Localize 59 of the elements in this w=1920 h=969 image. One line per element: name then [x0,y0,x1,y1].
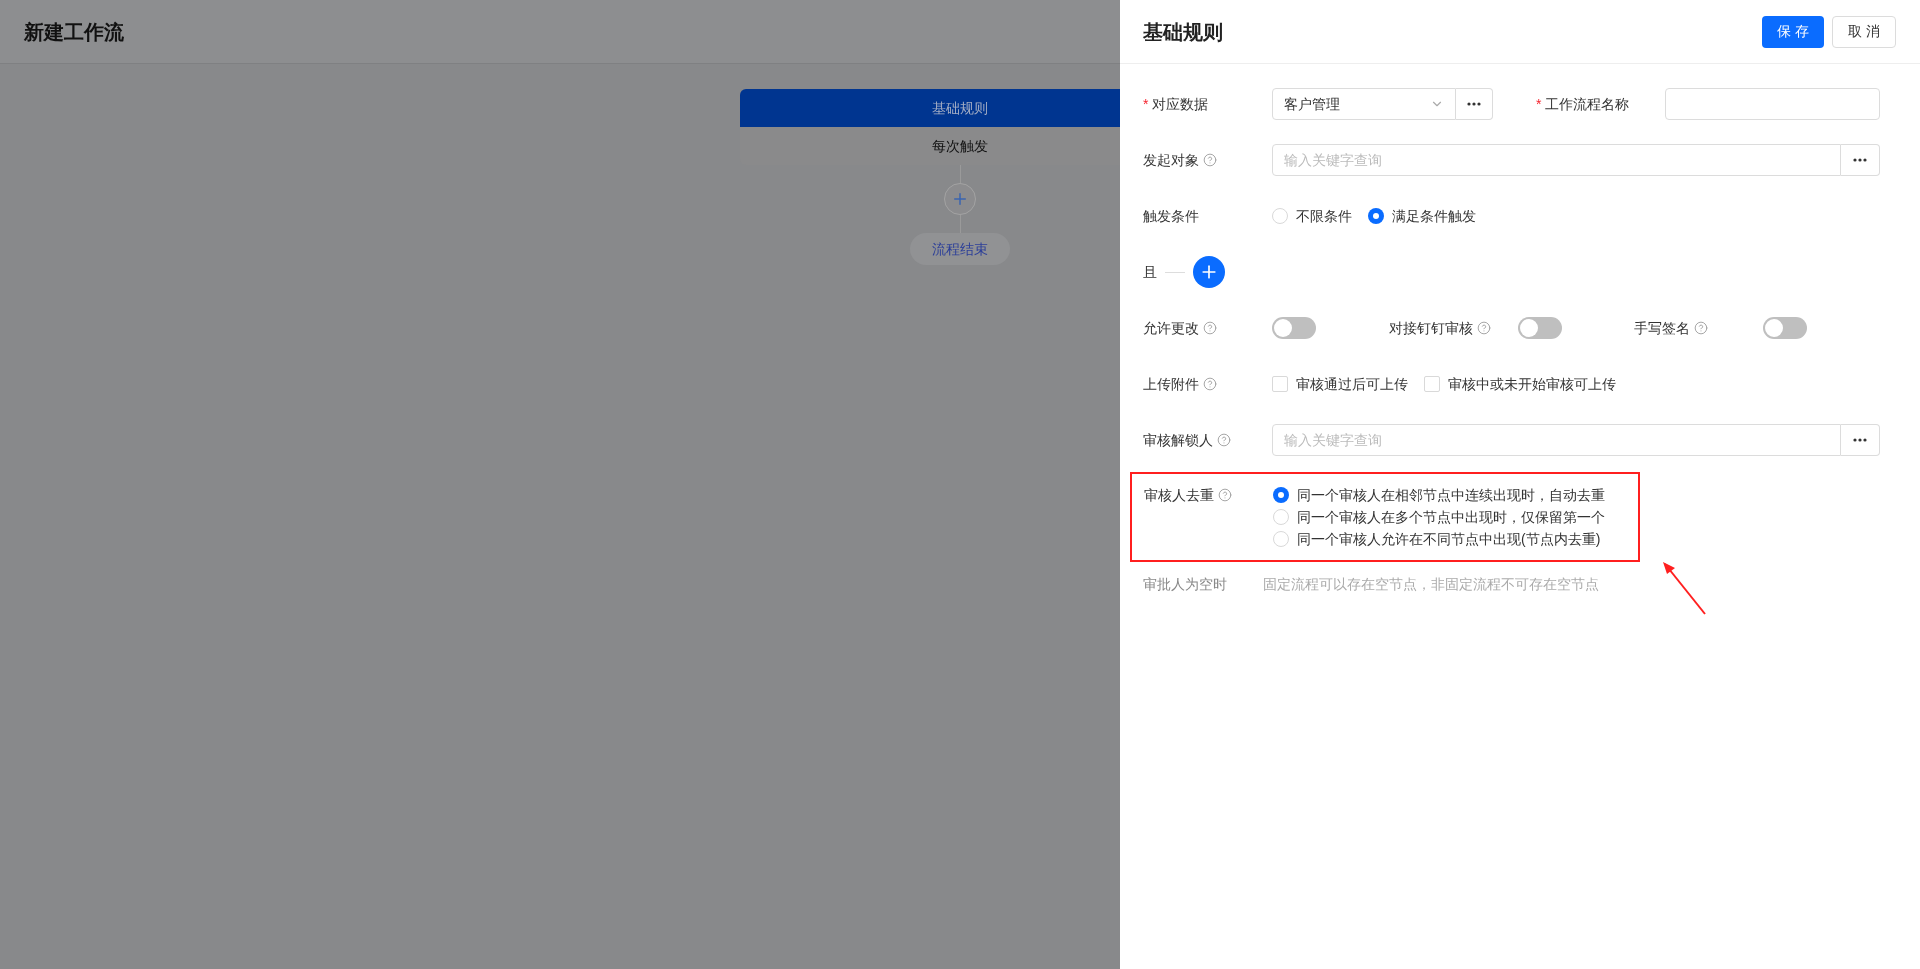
arrow-drawing [1661,560,1707,616]
help-icon[interactable] [1203,321,1217,335]
help-icon[interactable] [1203,153,1217,167]
checkbox-label: 审核通过后可上传 [1296,374,1408,394]
toggle-switch[interactable] [1517,317,1562,339]
more-icon [1467,102,1481,106]
add-node-button[interactable] [944,183,976,215]
help-icon[interactable] [1694,321,1709,335]
field-label: 工作流程名称 [1545,94,1630,114]
toggle-switch[interactable] [1272,317,1316,339]
panel-title: 基础规则 [1143,19,1223,45]
radio-label: 不限条件 [1296,206,1352,226]
save-button[interactable]: 保 存 [1762,15,1825,48]
radio-label: 同一个审核人允许在不同节点中出现(节点内去重) [1297,529,1601,549]
checkbox[interactable] [1272,376,1288,392]
radio-label: 同一个审核人在多个节点中出现时，仅保留第一个 [1297,507,1605,527]
text-field[interactable] [1665,88,1880,120]
page-title: 新建工作流 [24,19,124,45]
field-label: 审批人为空时 [1143,574,1228,594]
more-button[interactable] [1456,88,1493,120]
plus-icon [951,190,969,208]
field-label: 手写签名 [1634,318,1691,338]
add-button[interactable] [1193,256,1225,288]
required-mark: * [1536,94,1542,114]
field-label: 审核解锁人 [1143,430,1213,450]
more-button[interactable] [1841,144,1880,176]
radio-button[interactable] [1368,208,1384,224]
radio-button[interactable] [1272,208,1288,224]
checkbox[interactable] [1424,376,1440,392]
help-icon[interactable] [1218,488,1232,502]
required-mark: * [1143,94,1149,114]
field-label: 审核人去重 [1144,485,1214,505]
and-label: 且 [1143,262,1157,282]
note-text: 固定流程可以存在空节点，非固定流程不可存在空节点 [1263,574,1599,594]
toggle-switch[interactable] [1763,317,1808,339]
radio-label: 同一个审核人在相邻节点中连续出现时，自动去重 [1297,485,1605,505]
field-label: 允许更改 [1143,318,1199,338]
radio-button[interactable] [1273,487,1289,503]
more-button[interactable] [1841,424,1880,456]
radio-label: 满足条件触发 [1392,206,1476,226]
more-icon [1853,158,1867,162]
radio-button[interactable] [1273,509,1289,525]
flow-node[interactable]: 基础规则 [740,89,1120,127]
flow-end-node: 流程结束 [910,233,1010,265]
field-label: 对应数据 [1152,94,1209,114]
search-field[interactable]: 输入关键字查询 [1272,424,1841,456]
help-icon[interactable] [1203,377,1217,391]
field-label: 对接钉钉审核 [1388,318,1473,338]
search-field[interactable]: 输入关键字查询 [1272,144,1841,176]
radio-button[interactable] [1273,531,1289,547]
field-label: 发起对象 [1143,150,1199,170]
cancel-button[interactable]: 取 消 [1832,15,1896,48]
more-icon [1853,438,1867,442]
field-label: 触发条件 [1143,206,1199,226]
checkbox-label: 审核中或未开始审核可上传 [1448,374,1616,394]
help-icon[interactable] [1217,433,1231,447]
select-field[interactable]: 客户管理 [1272,88,1456,120]
help-icon[interactable] [1476,321,1491,335]
field-label: 上传附件 [1143,374,1199,394]
